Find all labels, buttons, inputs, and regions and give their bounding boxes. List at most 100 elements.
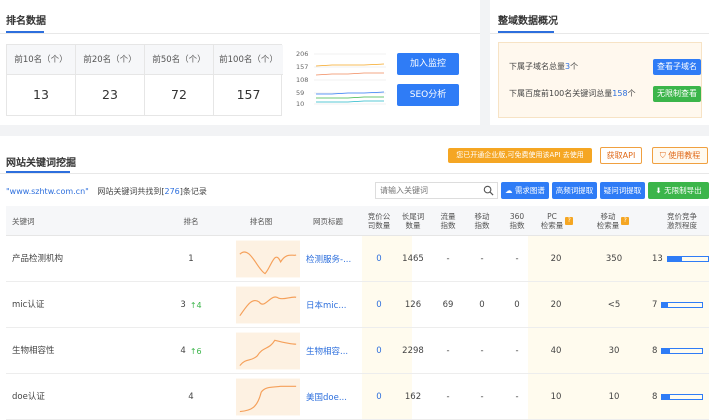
keyword-summary: "www.szhtw.com.cn" 网站关键词共找到[276]条记录 bbox=[6, 187, 207, 196]
col-longtail: 长尾词 数量 bbox=[401, 212, 425, 230]
keyword-cell: 生物相容性 bbox=[12, 346, 55, 356]
traffic-cell: - bbox=[446, 392, 450, 402]
tutorial-button[interactable]: ⛉ 使用教程 bbox=[652, 147, 708, 164]
rank-summary-table: 前10名（个） 13 前20名（个） 23 前50名（个） 72 前100名（个… bbox=[6, 44, 283, 116]
col-competition: 竞价竞争 激烈程度 bbox=[667, 212, 697, 230]
high-freq-extract-button[interactable]: 高频词提取 bbox=[552, 182, 597, 199]
page-title-link[interactable]: 检测服务-... bbox=[306, 236, 358, 282]
traffic-cell: - bbox=[446, 346, 450, 356]
mobile-index-cell: 0 bbox=[479, 300, 485, 310]
demand-graph-button[interactable]: ☁ 需求图谱 bbox=[501, 182, 549, 199]
rank-panel: 排名数据 前10名（个） 13 前20名（个） 23 前50名（个） 72 前1… bbox=[0, 0, 480, 125]
competition-cell: 13 bbox=[652, 236, 709, 282]
panel-title: 排名数据 bbox=[6, 16, 46, 27]
rank-cell: 3 ↑4 bbox=[180, 300, 202, 310]
mobile-volume-cell: <5 bbox=[607, 300, 621, 310]
domain-link[interactable]: "www.szhtw.com.cn" bbox=[6, 187, 89, 196]
arrow-up-icon: ↑ bbox=[189, 300, 197, 310]
rank-cell: 4 bbox=[188, 392, 194, 402]
seo-analysis-button[interactable]: SEO分析 bbox=[397, 84, 459, 106]
mobile-volume-cell: 350 bbox=[605, 254, 623, 264]
download-icon: ⬇ bbox=[655, 186, 665, 195]
col-keyword: 关键词 bbox=[12, 216, 35, 226]
page-title-link[interactable]: 美国doe... bbox=[306, 374, 358, 420]
mobile-volume-cell: 30 bbox=[608, 346, 620, 356]
rank-trend-mini-chart: 206 157 108 59 10 bbox=[296, 50, 386, 108]
competition-cell: 8 bbox=[652, 374, 709, 420]
subdomain-count: 下属子域名总量3个 bbox=[509, 62, 579, 71]
keyword-search-box bbox=[375, 182, 498, 199]
chart-tick: 59 bbox=[296, 89, 304, 97]
site-keywords-panel: 网站关键词挖掘 您已开通企业版,可免费使用该API 去使用 获取API ⛉ 使用… bbox=[0, 136, 709, 420]
mobile-index-cell: - bbox=[480, 392, 484, 402]
traffic-cell: - bbox=[446, 254, 450, 264]
col-mobile-index: 移动 指数 bbox=[474, 212, 490, 230]
pc-volume-cell: 40 bbox=[550, 346, 562, 356]
get-api-button[interactable]: 获取API bbox=[600, 147, 642, 164]
col-traffic: 流量 指数 bbox=[440, 212, 456, 230]
unlimited-view-button[interactable]: 无限制查看 bbox=[653, 86, 701, 102]
table-header: 关键词 排名 排名图 网页标题 竞价公 司数量 长尾词 数量 流量 指数 移动 … bbox=[6, 206, 709, 236]
page-title-link[interactable]: 日本mic... bbox=[306, 282, 358, 328]
keyword-cell: doe认证 bbox=[12, 392, 45, 402]
mobile-index-cell: - bbox=[480, 346, 484, 356]
competition-cell: 8 bbox=[652, 328, 709, 374]
rank-sparkline[interactable] bbox=[236, 286, 300, 324]
arrow-up-icon: ↑ bbox=[189, 346, 197, 356]
longtail-cell: 2298 bbox=[402, 346, 424, 356]
panel-title: 网站关键词挖掘 bbox=[6, 158, 76, 169]
table-row: mic认证 3 ↑4 日本mic... 0 126 69 0 0 20 <5 7 bbox=[6, 282, 709, 328]
keyword-count: 276 bbox=[164, 187, 180, 196]
bid-count-link[interactable]: 0 bbox=[362, 282, 396, 328]
keyword-cell: mic认证 bbox=[12, 300, 45, 310]
table-row: doe认证 4 美国doe... 0 162 - - - 10 10 8 bbox=[6, 374, 709, 420]
search-icon[interactable] bbox=[483, 185, 494, 196]
col-rank: 排名 bbox=[183, 216, 199, 226]
keyword-search-input[interactable] bbox=[376, 183, 476, 198]
competition-bar bbox=[666, 256, 709, 262]
rank-sparkline[interactable] bbox=[236, 378, 300, 416]
rank-col-top20: 前20名（个） 23 bbox=[76, 45, 145, 115]
unlimited-export-button[interactable]: ⬇ 无限制导出 bbox=[648, 182, 709, 199]
shield-icon: ⛉ bbox=[659, 151, 669, 160]
col-mobile-volume: 移动 检索量? bbox=[588, 206, 638, 236]
page-title-link[interactable]: 生物相容... bbox=[306, 328, 358, 374]
rank-col-top10: 前10名（个） 13 bbox=[7, 45, 76, 115]
chart-tick: 108 bbox=[296, 76, 308, 84]
rank-cell: 1 bbox=[188, 254, 194, 264]
chart-tick: 157 bbox=[296, 63, 308, 71]
index360-cell: 0 bbox=[514, 300, 520, 310]
add-monitor-button[interactable]: 加入监控 bbox=[397, 53, 459, 75]
index360-cell: - bbox=[515, 392, 519, 402]
rank-col-top100: 前100名（个） 157 bbox=[214, 45, 283, 115]
help-icon[interactable]: ? bbox=[621, 217, 630, 225]
question-extract-button[interactable]: 疑问词提取 bbox=[600, 182, 645, 199]
cloud-icon: ☁ bbox=[505, 186, 515, 195]
col-pc-volume: PC 检索量? bbox=[534, 206, 580, 236]
chart-tick: 206 bbox=[296, 50, 308, 58]
longtail-cell: 126 bbox=[404, 300, 422, 310]
bid-count-link[interactable]: 0 bbox=[362, 374, 396, 420]
col-bid: 竞价公 司数量 bbox=[367, 212, 391, 230]
overview-box: 下属子域名总量3个 查看子域名 下属百度前100名关键词总量158个 无限制查看 bbox=[498, 42, 702, 118]
competition-bar bbox=[661, 348, 704, 354]
rank-change: ↑4 bbox=[189, 300, 202, 310]
domain-overview-panel: 整域数据概况 下属子域名总量3个 查看子域名 下属百度前100名关键词总量158… bbox=[490, 0, 709, 125]
rank-change: ↑6 bbox=[189, 346, 202, 356]
longtail-cell: 1465 bbox=[402, 254, 424, 264]
table-row: 产品检测机构 1 检测服务-... 0 1465 - - - 20 350 13 bbox=[6, 236, 709, 282]
rank-sparkline[interactable] bbox=[236, 240, 300, 278]
col-trend: 排名图 bbox=[249, 216, 273, 226]
bid-count-link[interactable]: 0 bbox=[362, 236, 396, 282]
mobile-index-cell: - bbox=[480, 254, 484, 264]
rank-cell: 4 ↑6 bbox=[180, 346, 202, 356]
competition-bar bbox=[661, 302, 704, 308]
view-subdomains-button[interactable]: 查看子域名 bbox=[653, 59, 701, 75]
enterprise-api-notice[interactable]: 您已开通企业版,可免费使用该API 去使用 bbox=[448, 148, 592, 163]
bid-count-link[interactable]: 0 bbox=[362, 328, 396, 374]
traffic-cell: 69 bbox=[442, 300, 454, 310]
rank-sparkline[interactable] bbox=[236, 332, 300, 370]
keyword-total: 下属百度前100名关键词总量158个 bbox=[509, 89, 636, 98]
help-icon[interactable]: ? bbox=[565, 217, 574, 225]
pc-volume-cell: 10 bbox=[550, 392, 562, 402]
